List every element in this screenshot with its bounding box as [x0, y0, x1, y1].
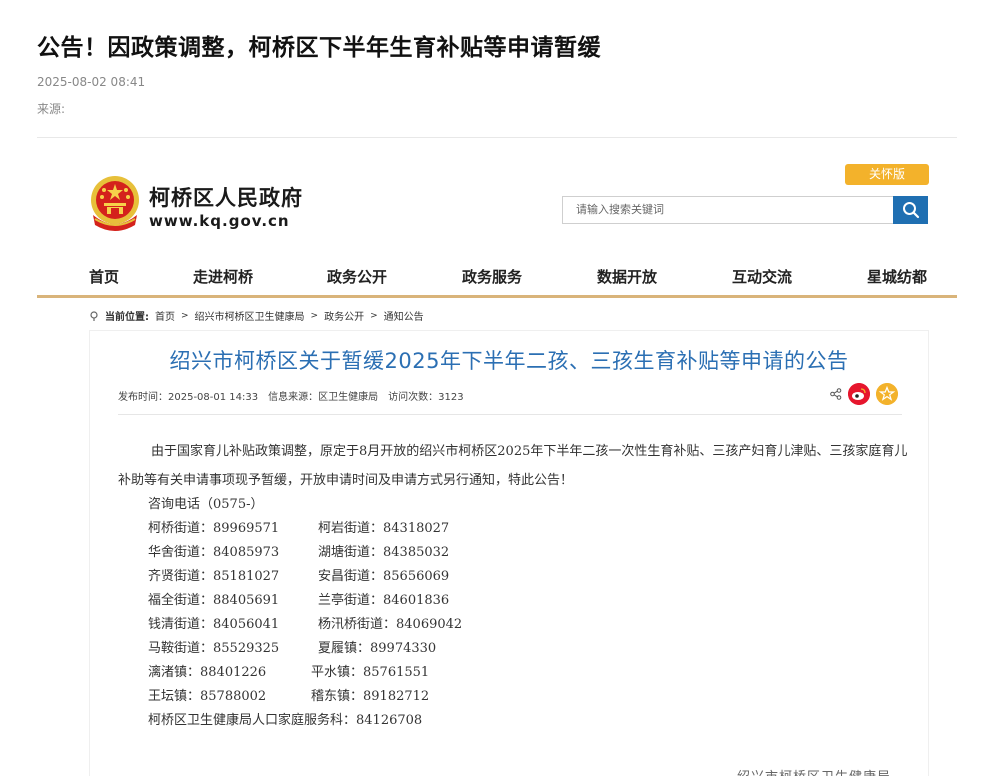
location-icon: [90, 310, 98, 321]
contact-row: 柯桥街道：89969571 柯岩街道：84318027: [148, 517, 449, 541]
contact-row: 福全街道：88405691 兰亭街道：84601836: [148, 589, 449, 613]
main-nav: 首页 走进柯桥 政务公开 政务服务 数据开放 互动交流 星城纺都: [37, 258, 957, 298]
contact-entry: 安昌街道：85656069: [318, 569, 450, 584]
search-input[interactable]: 请输入搜索关键词: [562, 196, 894, 224]
meta-divider: [118, 414, 902, 415]
breadcrumb-item-bureau[interactable]: 绍兴市柯桥区卫生健康局: [195, 308, 305, 323]
contact-entry: 马鞍街道：85529325: [148, 641, 280, 656]
breadcrumb-label: 当前位置:: [105, 312, 149, 323]
notice-body: 由于国家育儿补贴政策调整，原定于8月开放的绍兴市柯桥区2025年下半年二孩一次性…: [118, 437, 908, 495]
contact-entry: 平水镇：85761551: [311, 665, 430, 680]
contact-row: 王坛镇：85788002 稽东镇：89182712: [148, 685, 429, 709]
contact-entry: 兰亭街道：84601836: [318, 593, 450, 608]
nav-item-home[interactable]: 首页: [89, 266, 119, 287]
contact-row: 齐贤街道：85181027 安昌街道：85656069: [148, 565, 449, 589]
care-version-button[interactable]: 关怀版: [845, 164, 929, 185]
breadcrumb: 当前位置: 首页 > 绍兴市柯桥区卫生健康局 > 政务公开 > 通知公告: [89, 308, 424, 323]
info-source: 信息来源：区卫生健康局: [268, 392, 379, 403]
breadcrumb-separator: >: [310, 310, 319, 321]
national-emblem-icon: [91, 176, 139, 231]
contact-row: 钱清街道：84056041 杨汛桥街道：84069042: [148, 613, 462, 637]
notice-container: 绍兴市柯桥区关于暂缓2025年下半年二孩、三孩生育补贴等申请的公告 发布时间：2…: [89, 330, 929, 776]
weibo-icon[interactable]: [848, 383, 870, 405]
notice-title: 绍兴市柯桥区关于暂缓2025年下半年二孩、三孩生育补贴等申请的公告: [169, 349, 849, 373]
article-date: 2025-08-02 08:41: [37, 75, 146, 89]
contact-entry: 湖塘街道：84385032: [318, 545, 450, 560]
contact-entry: 杨汛桥街道：84069042: [318, 617, 463, 632]
contact-row: 华舍街道：84085973 湖塘街道：84385032: [148, 541, 449, 565]
contact-entry: 钱清街道：84056041: [148, 617, 280, 632]
notice-meta: 发布时间：2025-08-01 14:33 信息来源：区卫生健康局 访问次数：3…: [118, 388, 464, 403]
signoff: 绍兴市柯桥区卫生健康局: [737, 766, 891, 776]
breadcrumb-separator: >: [370, 310, 378, 321]
contact-entry: 柯桥街道：89969571: [148, 521, 280, 536]
visit-count: 访问次数：3123: [388, 392, 464, 403]
embedded-gov-page: 柯桥区人民政府 www.kq.gov.cn 关怀版 请输入搜索关键词 首页 走进…: [37, 150, 957, 776]
contact-entry: 王坛镇：85788002: [148, 689, 267, 704]
contact-list: 咨询电话（0575-） 柯桥街道：89969571 柯岩街道：84318027 华…: [148, 493, 462, 733]
contact-entry: 齐贤街道：85181027: [148, 569, 280, 584]
breadcrumb-item-home[interactable]: 首页: [155, 308, 175, 323]
contact-entry: 柯岩街道：84318027: [318, 521, 450, 536]
contact-entry: 稽东镇：89182712: [311, 689, 430, 704]
contact-entry: 夏履镇：89974330: [318, 641, 437, 656]
search-button[interactable]: [893, 196, 928, 224]
body-text-part2: 等有关申请事项现予暂缓，开放申请时间及申请方式另行通知，特此公告！: [144, 473, 574, 488]
breadcrumb-item-gov-info[interactable]: 政务公开: [324, 308, 364, 323]
publish-time: 发布时间：2025-08-01 14:33: [118, 392, 259, 403]
nav-item-open-data[interactable]: 数据开放: [597, 266, 657, 287]
contact-row: 马鞍街道：85529325 夏履镇：89974330: [148, 637, 436, 661]
body-text-part1: 由于国家育儿补贴政策调整，原定于8月开放的绍兴市柯桥区2025年下半年: [151, 444, 583, 459]
contact-entry: 华舍街道：84085973: [148, 545, 280, 560]
contact-row: 漓渚镇：88401226 平水镇：85761551: [148, 661, 429, 685]
favorite-icon[interactable]: [876, 383, 898, 405]
site-name: 柯桥区人民政府: [149, 186, 303, 210]
nav-item-textile-city[interactable]: 星城纺都: [867, 266, 927, 287]
share-icon[interactable]: [830, 388, 842, 400]
nav-item-about[interactable]: 走进柯桥: [193, 266, 253, 287]
article-source: 来源:: [37, 102, 66, 116]
contact-entry: 福全街道：88405691: [148, 593, 280, 608]
contact-last: 柯桥区卫生健康局人口家庭服务科：84126708: [148, 713, 423, 728]
article-title: 公告！因政策调整，柯桥区下半年生育补贴等申请暂缓: [37, 35, 601, 61]
nav-item-gov-info[interactable]: 政务公开: [327, 266, 387, 287]
breadcrumb-item-notices[interactable]: 通知公告: [384, 308, 424, 323]
divider: [37, 137, 957, 138]
breadcrumb-separator: >: [181, 310, 189, 321]
site-url[interactable]: www.kq.gov.cn: [149, 212, 290, 230]
nav-item-gov-service[interactable]: 政务服务: [462, 266, 522, 287]
contact-entry: 漓渚镇：88401226: [148, 665, 267, 680]
nav-divider: [37, 295, 957, 298]
consult-label: 咨询电话（0575-）: [148, 497, 264, 512]
nav-item-interaction[interactable]: 互动交流: [732, 266, 792, 287]
search-icon: [902, 202, 919, 219]
